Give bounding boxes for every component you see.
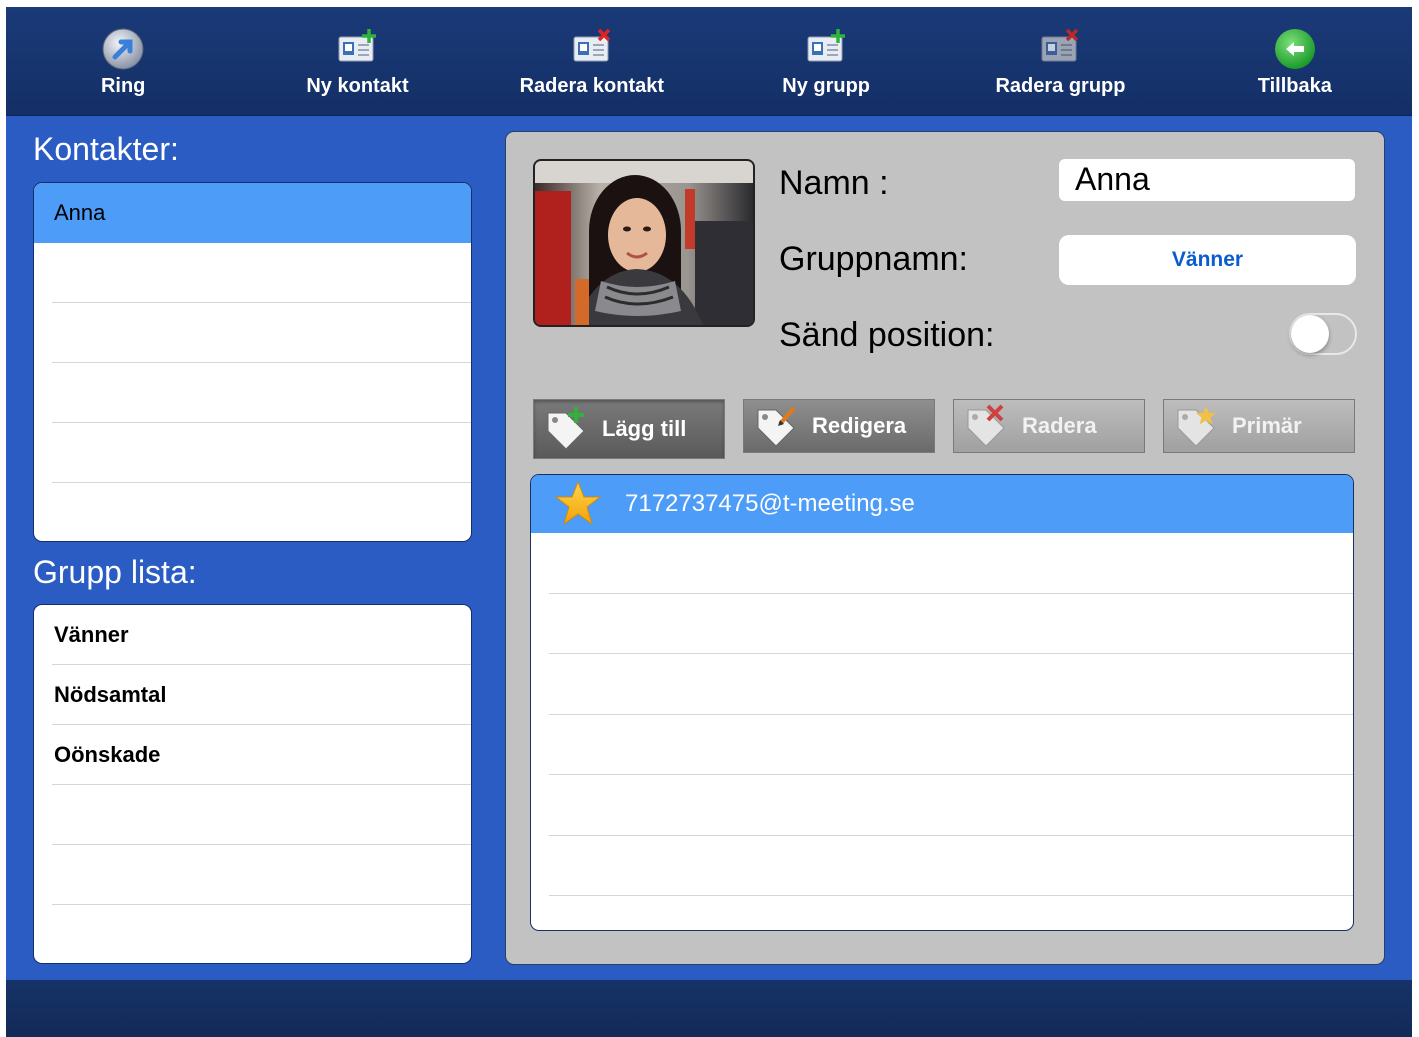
primary-star-tag-icon [1177, 406, 1216, 447]
address-row[interactable]: 7172737475@t-meeting.se [531, 475, 1353, 533]
group-name: Nödsamtal [54, 682, 167, 707]
contact-photo[interactable] [533, 159, 755, 327]
delete-address-label: Radera [1022, 413, 1097, 438]
delete-tag-icon [967, 404, 1005, 447]
groups-list[interactable]: Vänner Nödsamtal Oönskade [33, 604, 472, 964]
address-row[interactable] [531, 533, 1353, 594]
edit-address-button[interactable]: Redigera [743, 399, 935, 453]
back-label: Tillbaka [1257, 75, 1332, 97]
group-row[interactable]: Oönskade [34, 725, 471, 785]
contacts-list[interactable]: Anna [33, 182, 472, 542]
contact-row[interactable] [34, 303, 471, 363]
new-group-button[interactable]: Ny grupp [709, 7, 943, 115]
edit-address-label: Redigera [812, 413, 907, 438]
new-group-label: Ny grupp [782, 75, 871, 97]
new-contact-label: Ny kontakt [306, 75, 409, 97]
name-label: Namn : [779, 164, 889, 202]
address-row[interactable] [531, 594, 1353, 655]
add-group-icon [804, 27, 848, 71]
group-name: Vänner [54, 622, 129, 647]
toggle-knob [1291, 315, 1329, 353]
primary-address-button[interactable]: Primär [1163, 399, 1355, 453]
contact-row[interactable] [34, 243, 471, 303]
add-tag-icon [547, 407, 585, 450]
phone-call-icon [101, 27, 145, 71]
ring-button[interactable]: Ring [6, 7, 240, 115]
address-text: 7172737475@t-meeting.se [625, 490, 915, 517]
add-address-label: Lägg till [602, 416, 687, 441]
contact-row[interactable] [34, 483, 471, 541]
back-button[interactable]: Tillbaka [1178, 7, 1412, 115]
address-row[interactable] [531, 775, 1353, 836]
delete-contact-button[interactable]: Radera kontakt [475, 7, 709, 115]
send-position-label: Sänd position: [779, 316, 995, 354]
group-row[interactable]: Vänner [34, 605, 471, 665]
delete-group-button[interactable]: Radera grupp [943, 7, 1177, 115]
contact-detail-panel: Namn : Anna Gruppnamn: Vänner Sänd posit… [505, 131, 1385, 965]
groups-title: Grupp lista: [33, 554, 197, 590]
add-contact-icon [335, 27, 379, 71]
bottom-bar [6, 980, 1412, 1037]
send-position-toggle[interactable] [1289, 313, 1357, 355]
group-row[interactable] [34, 845, 471, 905]
delete-contact-icon [570, 27, 614, 71]
contacts-title: Kontakter: [33, 131, 179, 167]
top-toolbar: Ring Ny kontakt Radera kontakt Ny grupp … [6, 7, 1412, 116]
primary-address-label: Primär [1232, 413, 1302, 438]
group-name: Oönskade [54, 742, 161, 767]
address-row[interactable] [531, 836, 1353, 897]
delete-contact-label: Radera kontakt [519, 75, 665, 97]
contact-row[interactable] [34, 423, 471, 483]
ring-label: Ring [100, 75, 146, 97]
address-row[interactable] [531, 654, 1353, 715]
back-arrow-icon [1273, 27, 1317, 71]
delete-group-label: Radera grupp [995, 75, 1126, 97]
contact-name: Anna [54, 200, 106, 225]
contact-row[interactable] [34, 363, 471, 423]
group-select-button[interactable]: Vänner [1059, 235, 1356, 285]
group-row[interactable] [34, 905, 471, 963]
new-contact-button[interactable]: Ny kontakt [240, 7, 474, 115]
edit-tag-icon [757, 406, 796, 447]
group-name-label: Gruppnamn: [779, 240, 968, 278]
name-field[interactable]: Anna [1059, 159, 1355, 201]
address-row[interactable] [531, 715, 1353, 776]
primary-star-icon [554, 480, 602, 526]
contact-row[interactable]: Anna [34, 183, 471, 243]
add-address-button[interactable]: Lägg till [533, 399, 725, 459]
group-row[interactable]: Nödsamtal [34, 665, 471, 725]
delete-group-icon [1038, 27, 1082, 71]
group-row[interactable] [34, 785, 471, 845]
delete-address-button[interactable]: Radera [953, 399, 1145, 453]
app-window: Ring Ny kontakt Radera kontakt Ny grupp … [6, 7, 1412, 1037]
address-list[interactable]: 7172737475@t-meeting.se [530, 474, 1354, 931]
